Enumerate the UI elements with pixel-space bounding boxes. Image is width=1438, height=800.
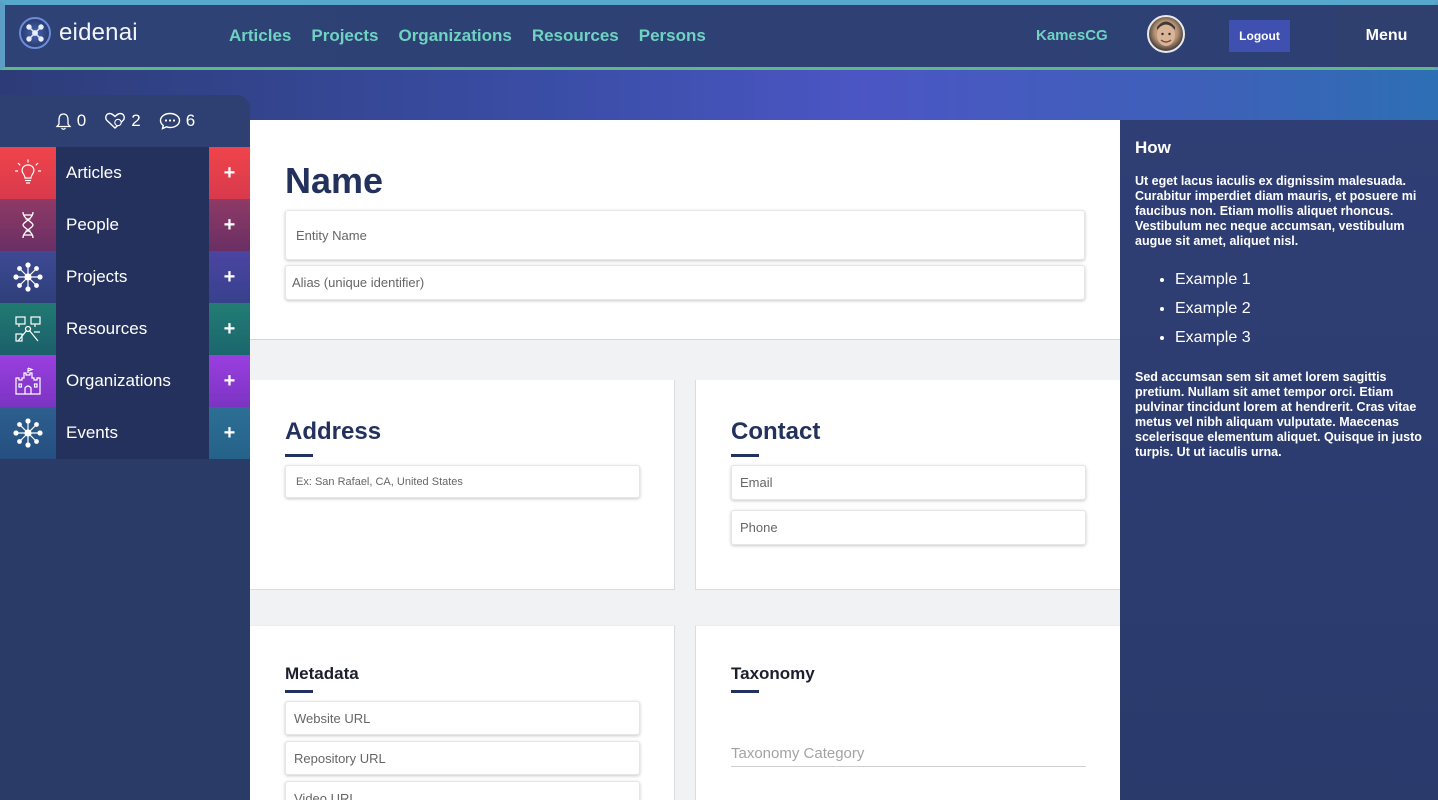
list-item: Example 3 (1175, 323, 1423, 352)
sidebar-item-label: Organizations (56, 355, 209, 407)
avatar-face-icon (1157, 21, 1175, 46)
repository-url-input[interactable] (285, 741, 640, 775)
video-url-input[interactable] (285, 781, 640, 800)
chat-bubble-icon (159, 112, 180, 130)
nav-articles[interactable]: Articles (229, 26, 291, 46)
lightbulb-icon (0, 147, 56, 199)
sidebar-item-label: Resources (56, 303, 209, 355)
heading-underline (285, 454, 313, 457)
nav-organizations[interactable]: Organizations (398, 26, 511, 46)
heading-underline (285, 690, 313, 693)
taxonomy-heading: Taxonomy (731, 664, 815, 683)
nav-resources[interactable]: Resources (532, 26, 619, 46)
sidebar-item-people[interactable]: People + (0, 199, 250, 251)
sidebar-item-events[interactable]: Events + (0, 407, 250, 459)
sidebar: 0 2 6 Articles + People + Projects + Res… (0, 95, 250, 800)
contact-section: Contact (695, 380, 1120, 590)
notifications-count[interactable]: 0 (55, 111, 86, 131)
taxonomy-section: Taxonomy (695, 625, 1120, 800)
favorites-count-value: 2 (131, 111, 141, 130)
sidebar-item-label: People (56, 199, 209, 251)
network-icon (0, 251, 56, 303)
castle-icon (0, 355, 56, 407)
nav-persons[interactable]: Persons (639, 26, 706, 46)
messages-count-value: 6 (185, 111, 196, 130)
sidebar-item-organizations[interactable]: Organizations + (0, 355, 250, 407)
network-icon (0, 407, 56, 459)
help-paragraph: Sed accumsan sem sit amet lorem sagittis… (1135, 370, 1422, 459)
sidebar-item-resources[interactable]: Resources + (0, 303, 250, 355)
website-url-input[interactable] (285, 701, 640, 735)
help-panel: How Ut eget lacus iaculis ex dignissim m… (1120, 120, 1438, 800)
alias-input[interactable] (285, 265, 1085, 300)
heart-icon (105, 112, 126, 129)
menu-button[interactable]: Menu (1335, 5, 1438, 67)
email-field[interactable] (731, 465, 1086, 500)
phone-field[interactable] (731, 510, 1086, 545)
dna-icon (0, 199, 56, 251)
add-resource-button[interactable]: + (209, 303, 250, 355)
add-person-button[interactable]: + (209, 199, 250, 251)
entity-form: Name Address Contact Metadata Taxonomy (250, 120, 1120, 800)
messages-count[interactable]: 6 (159, 111, 195, 131)
metadata-heading: Metadata (285, 664, 359, 683)
help-paragraph: Ut eget lacus iaculis ex dignissim males… (1135, 174, 1417, 248)
main-nav: Articles Projects Organizations Resource… (229, 26, 706, 46)
taxonomy-category-input[interactable] (731, 741, 1086, 767)
notifications-count-value: 0 (76, 111, 87, 130)
add-event-button[interactable]: + (209, 407, 250, 459)
top-navbar: eidenai Articles Projects Organizations … (0, 0, 1438, 70)
sidebar-item-articles[interactable]: Articles + (0, 147, 250, 199)
name-heading: Name (285, 160, 384, 201)
sidebar-item-label: Events (56, 407, 209, 459)
metadata-section: Metadata (250, 625, 675, 800)
logo[interactable]: eidenai (19, 17, 138, 49)
username-link[interactable]: KamesCG (1036, 27, 1108, 44)
help-example-list: Example 1 Example 2 Example 3 (1175, 265, 1423, 352)
avatar[interactable] (1147, 15, 1185, 53)
address-input[interactable] (285, 465, 640, 498)
heading-underline (731, 690, 759, 693)
tools-icon (0, 303, 56, 355)
address-heading: Address (285, 418, 382, 445)
activity-counts: 0 2 6 (0, 95, 250, 147)
list-item: Example 2 (1175, 294, 1423, 323)
heading-underline (731, 454, 759, 457)
add-organization-button[interactable]: + (209, 355, 250, 407)
list-item: Example 1 (1175, 265, 1423, 294)
name-section: Name (250, 120, 1120, 340)
sidebar-item-projects[interactable]: Projects + (0, 251, 250, 303)
sidebar-item-label: Articles (56, 147, 209, 199)
help-title: How (1135, 138, 1171, 157)
nav-projects[interactable]: Projects (311, 26, 378, 46)
add-project-button[interactable]: + (209, 251, 250, 303)
add-article-button[interactable]: + (209, 147, 250, 199)
bell-icon (55, 112, 72, 130)
entity-name-input[interactable] (285, 210, 1085, 260)
sidebar-item-label: Projects (56, 251, 209, 303)
network-logo-icon (19, 17, 51, 49)
address-section: Address (250, 380, 675, 590)
logout-button[interactable]: Logout (1229, 20, 1290, 52)
favorites-count[interactable]: 2 (104, 111, 141, 131)
contact-heading: Contact (731, 418, 821, 445)
logo-text: eidenai (59, 19, 138, 46)
